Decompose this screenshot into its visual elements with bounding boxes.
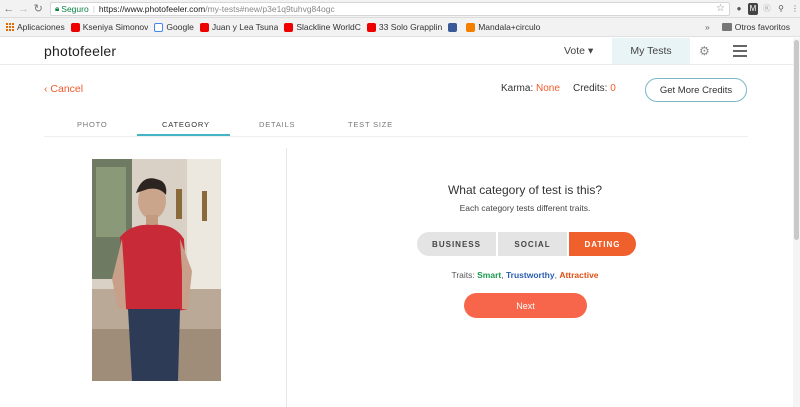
google-icon bbox=[154, 22, 164, 32]
gear-icon[interactable]: ⚙ bbox=[699, 44, 710, 58]
lock-icon: 🔒︎ bbox=[55, 3, 60, 13]
my-tests-tab[interactable]: My Tests bbox=[612, 38, 690, 64]
bookmark-item[interactable]: Slackline WorldC bbox=[284, 22, 361, 32]
url-host: https://www.photofeeler.com bbox=[98, 3, 206, 14]
address-bar[interactable]: 🔒︎ Seguro | https://www.photofeeler.com /… bbox=[50, 1, 731, 16]
secure-label: Seguro bbox=[61, 3, 89, 14]
extension-icon[interactable]: ● bbox=[734, 3, 744, 15]
step-category[interactable]: CATEGORY bbox=[162, 120, 210, 129]
bookmark-item[interactable]: Kseniya Simonov bbox=[70, 22, 149, 32]
extension-m-icon[interactable]: M bbox=[748, 2, 759, 15]
facebook-icon bbox=[448, 22, 458, 32]
bookmark-label: Google bbox=[166, 22, 194, 32]
youtube-icon bbox=[366, 22, 376, 32]
trait-attractive: Attractive bbox=[559, 270, 599, 280]
forward-arrow-icon[interactable]: → bbox=[18, 2, 30, 16]
folder-icon bbox=[721, 23, 732, 31]
url-separator: | bbox=[92, 3, 95, 14]
traits-line: Traits: Smart, Trustworthy, Attractive bbox=[451, 270, 599, 280]
bookmark-item[interactable]: 33 Solo Grapplin bbox=[366, 22, 443, 32]
other-bookmarks-label: Otros favoritos bbox=[734, 22, 790, 32]
bookmark-item[interactable]: Mandala+circulo bbox=[466, 22, 540, 32]
blogger-icon bbox=[466, 22, 476, 32]
apps-grid-icon bbox=[6, 23, 14, 31]
back-arrow-icon[interactable]: ← bbox=[3, 2, 15, 16]
reload-icon[interactable]: ↻ bbox=[32, 2, 44, 16]
bookmark-label: Slackline WorldC bbox=[296, 22, 361, 32]
scrollbar-thumb[interactable] bbox=[794, 40, 799, 240]
youtube-icon bbox=[284, 22, 294, 32]
step-test-size[interactable]: TEST SIZE bbox=[348, 120, 393, 129]
karma-label: Karma: bbox=[501, 83, 534, 94]
credits-value: 0 bbox=[610, 83, 616, 94]
url-path: /my-tests#new/p3e1q9tuhvg84ogc bbox=[205, 3, 335, 14]
hamburger-menu-icon[interactable] bbox=[733, 45, 747, 60]
bookmark-label: 33 Solo Grapplin bbox=[378, 22, 443, 32]
karma-value: None bbox=[536, 83, 560, 94]
brand-logo[interactable]: photofeeler bbox=[44, 43, 116, 59]
karma-status: Karma: None bbox=[501, 83, 560, 94]
step-details[interactable]: DETAILS bbox=[259, 120, 295, 129]
bookmarks-more-chevron[interactable]: » bbox=[705, 22, 710, 32]
bookmark-item[interactable] bbox=[448, 22, 460, 32]
bookmark-item[interactable]: Juan y Lea Tsuna bbox=[199, 22, 279, 32]
bookmark-item[interactable]: Google bbox=[154, 22, 194, 32]
bookmark-apps[interactable]: Aplicaciones bbox=[6, 22, 65, 32]
youtube-icon bbox=[70, 22, 80, 32]
page-scrollbar[interactable] bbox=[793, 38, 800, 407]
category-subtitle: Each category tests different traits. bbox=[459, 203, 591, 213]
extension-k-icon[interactable]: Ⓚ bbox=[762, 3, 772, 15]
test-photo bbox=[92, 159, 221, 381]
category-selector: BUSINESS SOCIAL DATING bbox=[417, 232, 636, 256]
browser-toolbar: ← → ↻ 🔒︎ Seguro | https://www.photofeele… bbox=[0, 0, 800, 18]
bookmark-label: Kseniya Simonov bbox=[82, 22, 149, 32]
trait-smart: Smart bbox=[477, 270, 502, 280]
cancel-link[interactable]: ‹ Cancel bbox=[44, 83, 83, 95]
step-photo[interactable]: PHOTO bbox=[77, 120, 108, 129]
bookmark-star-icon[interactable]: ☆ bbox=[716, 3, 725, 14]
category-business-button[interactable]: BUSINESS bbox=[417, 232, 496, 256]
category-social-button[interactable]: SOCIAL bbox=[498, 232, 567, 256]
get-more-credits-button[interactable]: Get More Credits bbox=[645, 78, 747, 102]
category-question: What category of test is this? bbox=[447, 183, 603, 197]
vote-menu[interactable]: Vote ▾ bbox=[564, 45, 593, 57]
search-icon[interactable]: ⚲ bbox=[776, 3, 786, 15]
credits-label: Credits: bbox=[573, 83, 608, 94]
browser-menu-icon[interactable]: ⋮ bbox=[790, 3, 800, 15]
youtube-icon bbox=[199, 22, 209, 32]
other-bookmarks[interactable]: Otros favoritos bbox=[721, 22, 790, 32]
content-divider bbox=[286, 148, 287, 407]
bookmark-label: Aplicaciones bbox=[17, 22, 65, 32]
wizard-steps: PHOTO CATEGORY DETAILS TEST SIZE bbox=[44, 117, 748, 137]
category-dating-button[interactable]: DATING bbox=[569, 232, 636, 256]
traits-label: Traits: bbox=[451, 270, 475, 280]
active-step-indicator bbox=[137, 134, 230, 136]
next-button[interactable]: Next bbox=[464, 293, 587, 318]
bookmark-label: Mandala+circulo bbox=[478, 22, 541, 32]
bookmark-label: Juan y Lea Tsuna bbox=[211, 22, 279, 32]
site-header: photofeeler Vote ▾ My Tests ⚙ bbox=[0, 38, 800, 65]
trait-trustworthy: Trustworthy bbox=[505, 270, 555, 280]
bookmarks-bar: Aplicaciones Kseniya Simonov Google Juan… bbox=[0, 18, 800, 37]
credits-status: Credits: 0 bbox=[573, 83, 616, 94]
